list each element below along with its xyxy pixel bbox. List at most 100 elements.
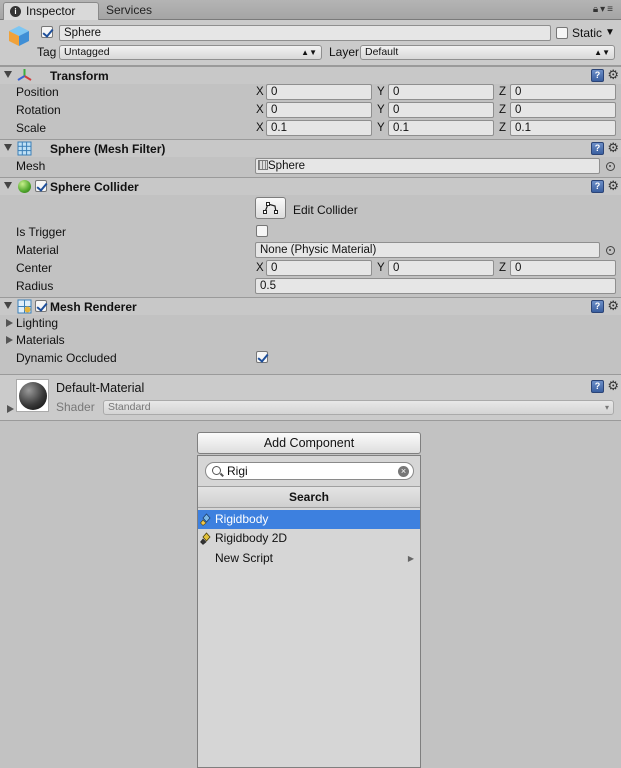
physic-material-field[interactable]: None (Physic Material) <box>255 242 600 258</box>
gameobject-name-field[interactable]: Sphere <box>59 25 551 41</box>
object-picker-icon[interactable] <box>606 246 615 255</box>
static-dropdown-arrow-icon[interactable]: ▼ <box>605 26 615 40</box>
mesh-field[interactable]: Sphere <box>255 158 600 174</box>
scale-label: Scale <box>16 121 47 135</box>
transform-icon <box>17 69 32 81</box>
radius-field[interactable]: 0.5 <box>255 278 616 294</box>
center-x-field[interactable]: 0 <box>266 260 372 276</box>
foldout-arrow-icon[interactable] <box>4 182 12 189</box>
mesh-renderer-title: Mesh Renderer <box>50 300 137 314</box>
axis-z-label: Z <box>499 104 507 116</box>
mesh-icon <box>258 160 268 170</box>
rotation-x-field[interactable]: 0 <box>266 102 372 118</box>
foldout-arrow-icon[interactable] <box>4 71 12 78</box>
rotation-z-field[interactable]: 0 <box>510 102 616 118</box>
help-icon[interactable]: ? <box>591 142 604 155</box>
clear-search-icon[interactable]: × <box>398 466 409 477</box>
is-trigger-checkbox[interactable] <box>256 225 268 237</box>
gear-icon[interactable]: ⚙ <box>607 67 619 83</box>
gear-icon[interactable]: ⚙ <box>607 298 619 314</box>
position-x-field[interactable]: 0 <box>266 84 372 100</box>
axis-x-label: X <box>256 104 264 116</box>
axis-y-label: Y <box>377 122 385 134</box>
gear-icon[interactable]: ⚙ <box>607 178 619 194</box>
material-name: Default-Material <box>56 381 145 395</box>
edit-collider-icon <box>263 202 278 214</box>
dynamic-occluded-label: Dynamic Occluded <box>16 351 117 365</box>
material-section: Default-Material Shader Standard ▾ ? ⚙ <box>0 374 621 421</box>
help-icon[interactable]: ? <box>591 180 604 193</box>
help-icon[interactable]: ? <box>591 380 604 393</box>
axis-y-label: Y <box>377 104 385 116</box>
layer-dropdown[interactable]: Default ▲▼ <box>360 45 615 60</box>
center-z-field[interactable]: 0 <box>510 260 616 276</box>
axis-y-label: Y <box>377 262 385 274</box>
add-component-button[interactable]: Add Component <box>197 432 421 454</box>
gameobject-active-checkbox[interactable] <box>41 26 53 38</box>
component-search-input[interactable]: Rigi × <box>205 462 414 480</box>
shader-dropdown[interactable]: Standard ▾ <box>103 400 614 415</box>
add-component-popup: Rigi × Search Rigidbody Rigidbody 2D New… <box>197 455 421 768</box>
radius-label: Radius <box>16 279 54 293</box>
mesh-filter-title: Sphere (Mesh Filter) <box>50 142 166 156</box>
axis-z-label: Z <box>499 122 507 134</box>
materials-foldout-icon[interactable] <box>6 336 13 344</box>
sphere-collider-header[interactable]: Sphere Collider ? ⚙ <box>0 177 621 195</box>
gear-icon[interactable]: ⚙ <box>607 140 619 156</box>
updown-arrow-icon: ▲▼ <box>594 48 610 57</box>
dropdown-arrow-icon: ▾ <box>604 403 609 412</box>
edit-collider-button[interactable] <box>255 197 286 219</box>
center-y-field[interactable]: 0 <box>388 260 494 276</box>
list-item-new-script[interactable]: New Script ▶ <box>198 549 420 568</box>
static-label: Static <box>572 26 603 40</box>
position-y-field[interactable]: 0 <box>388 84 494 100</box>
scale-y-field[interactable]: 0.1 <box>388 120 494 136</box>
object-picker-icon[interactable] <box>606 162 615 171</box>
popup-title: Search <box>198 486 420 508</box>
sphere-collider-enabled-checkbox[interactable] <box>35 180 47 192</box>
rotation-y-field[interactable]: 0 <box>388 102 494 118</box>
tab-inspector[interactable]: i Inspector <box>3 2 99 20</box>
gameobject-cube-icon <box>9 26 29 46</box>
material-label: Material <box>16 243 59 257</box>
gameobject-header: Sphere Static ▼ Tag Untagged ▲▼ Layer De… <box>0 20 621 66</box>
material-foldout-icon[interactable] <box>7 405 14 413</box>
mesh-renderer-enabled-checkbox[interactable] <box>35 300 47 312</box>
lighting-label[interactable]: Lighting <box>16 316 58 330</box>
tag-dropdown[interactable]: Untagged ▲▼ <box>59 45 322 60</box>
list-item-rigidbody[interactable]: Rigidbody <box>198 510 420 529</box>
foldout-arrow-icon[interactable] <box>4 302 12 309</box>
position-z-field[interactable]: 0 <box>510 84 616 100</box>
axis-x-label: X <box>256 86 264 98</box>
shader-value: Standard <box>108 401 151 413</box>
foldout-arrow-icon[interactable] <box>4 144 12 151</box>
mesh-renderer-icon <box>17 299 32 314</box>
dynamic-occluded-checkbox[interactable] <box>256 351 268 363</box>
tab-bar: i Inspector Services 🔒︎▾≡ <box>0 0 621 20</box>
center-label: Center <box>16 261 53 275</box>
scale-x-field[interactable]: 0.1 <box>266 120 372 136</box>
mesh-filter-header[interactable]: Sphere (Mesh Filter) ? ⚙ <box>0 139 621 157</box>
mesh-label: Mesh <box>16 159 46 173</box>
help-icon[interactable]: ? <box>591 69 604 82</box>
scale-z-field[interactable]: 0.1 <box>510 120 616 136</box>
material-sphere-icon <box>19 382 47 410</box>
help-icon[interactable]: ? <box>591 300 604 313</box>
shader-label: Shader <box>56 400 95 414</box>
materials-label[interactable]: Materials <box>16 333 65 347</box>
tab-services[interactable]: Services <box>106 2 152 20</box>
rigidbody-label: Rigidbody <box>215 512 269 526</box>
transform-header[interactable]: Transform ? ⚙ <box>0 66 621 84</box>
is-trigger-label: Is Trigger <box>16 225 67 239</box>
new-script-label: New Script <box>215 551 274 565</box>
search-icon <box>212 466 221 475</box>
menu-icon[interactable]: ▾≡ <box>600 4 615 15</box>
info-icon: i <box>10 6 21 17</box>
gear-icon[interactable]: ⚙ <box>607 378 619 394</box>
updown-arrow-icon: ▲▼ <box>301 48 317 57</box>
list-item-rigidbody-2d[interactable]: Rigidbody 2D <box>198 529 420 548</box>
mesh-renderer-header[interactable]: Mesh Renderer ? ⚙ <box>0 297 621 315</box>
rigidbody-2d-label: Rigidbody 2D <box>215 531 288 545</box>
static-checkbox[interactable] <box>556 27 568 39</box>
lighting-foldout-icon[interactable] <box>6 319 13 327</box>
